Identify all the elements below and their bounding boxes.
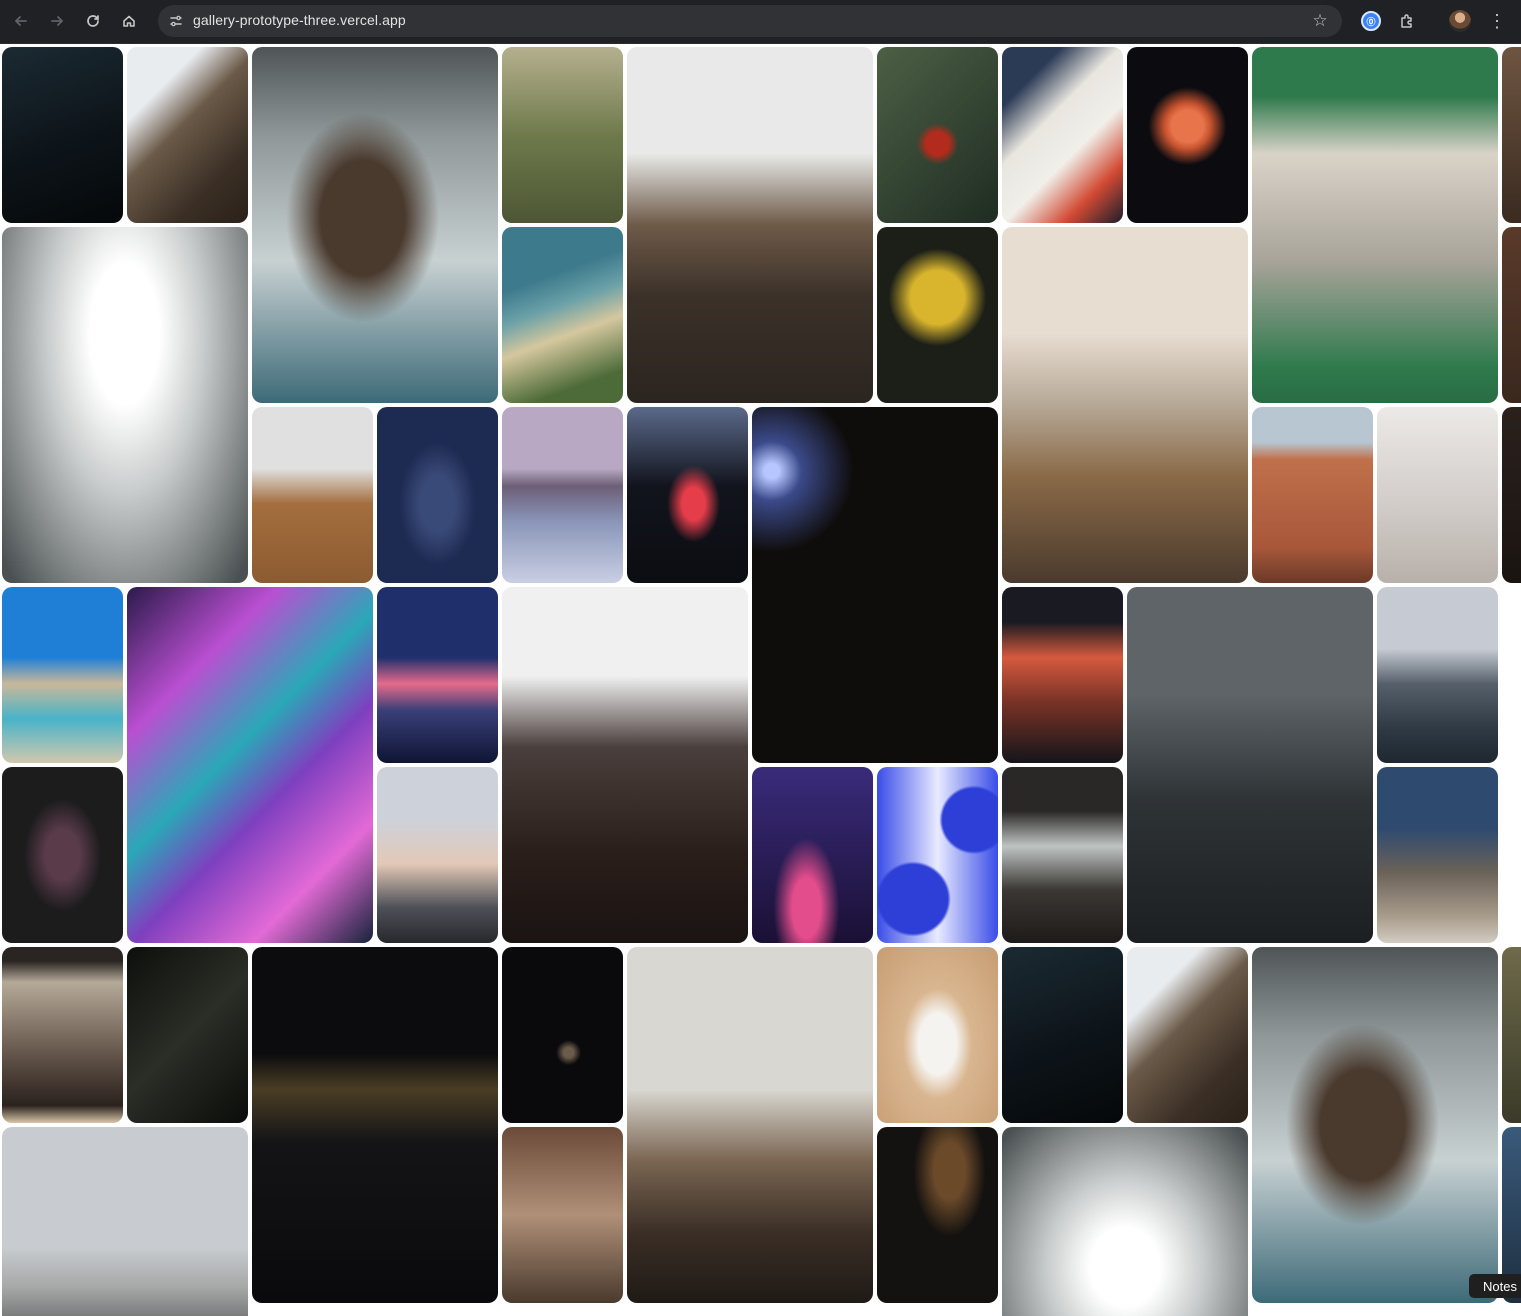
tile-city-skyline-bridge[interactable] — [1377, 587, 1498, 763]
tile-edge-top[interactable] — [1502, 47, 1521, 223]
extensions-icon[interactable] — [1395, 9, 1419, 33]
tile-galaxy-night[interactable] — [752, 407, 998, 763]
tile-mountains-above-clouds[interactable] — [502, 407, 623, 583]
tile-foggy-forest-road[interactable] — [1127, 587, 1373, 943]
tile-stockholm-building[interactable] — [1252, 407, 1373, 583]
tile-edge-middle[interactable] — [1502, 227, 1521, 403]
tile-sunset-ocean[interactable] — [377, 587, 498, 763]
notes-tooltip: Notes — [1469, 1274, 1521, 1298]
tile-man-red-umbrella[interactable] — [2, 587, 123, 763]
tile-woman-dark-parking[interactable] — [252, 947, 498, 1303]
tile-neon-tokyo-building[interactable] — [1002, 587, 1123, 763]
tile-woman-kneeling-blue[interactable] — [377, 407, 498, 583]
tile-dj-party[interactable] — [502, 587, 748, 943]
tile-yellow-flowers[interactable] — [877, 227, 998, 403]
tile-red-neon-light[interactable] — [627, 407, 748, 583]
tile-woman-overlooking-boats[interactable] — [1002, 227, 1248, 583]
url-text[interactable]: gallery-prototype-three.vercel.app — [193, 12, 406, 28]
tile-sea-cliff-island[interactable] — [252, 47, 498, 403]
tile-blue-abstract-shapes[interactable] — [877, 767, 998, 943]
password-manager-icon[interactable]: ⓪ — [1361, 11, 1381, 31]
tile-dog-by-window-piano[interactable] — [627, 947, 873, 1303]
tile-starry-galaxy[interactable] — [502, 947, 623, 1123]
tile-camera-tripod-hills[interactable] — [502, 47, 623, 223]
forward-icon[interactable] — [44, 8, 70, 34]
bookmark-star-icon[interactable]: ☆ — [1308, 9, 1332, 33]
tile-beach-silhouette[interactable] — [377, 767, 498, 943]
tile-amsterdam-canal-houseboat[interactable] — [627, 47, 873, 403]
photo-gallery-grid — [0, 44, 1521, 1316]
tile-frosted-plants[interactable] — [1377, 407, 1498, 583]
tile-cafe-window-interior[interactable] — [1002, 767, 1123, 943]
kebab-menu-icon[interactable]: ⋮ — [1487, 9, 1507, 33]
tile-edge-lower[interactable] — [1502, 407, 1521, 583]
tile-green-sports-car[interactable] — [2, 227, 248, 583]
tile-dim-restaurant[interactable] — [877, 1127, 998, 1303]
tile-wedding-rings-box[interactable] — [877, 947, 998, 1123]
tile-night-sky-stars[interactable] — [2, 47, 123, 223]
tile-dark-silk-folds[interactable] — [127, 947, 248, 1123]
tile-tulip-bouquet[interactable] — [2, 767, 123, 943]
tile-holly-berries[interactable] — [877, 47, 998, 223]
tile-kodak-portra-film[interactable] — [2, 947, 123, 1123]
site-settings-icon[interactable] — [166, 11, 186, 31]
reload-icon[interactable] — [80, 8, 106, 34]
tile-home-office-desk[interactable] — [127, 47, 248, 223]
back-icon[interactable] — [8, 8, 34, 34]
home-icon[interactable] — [116, 8, 142, 34]
tile-street-crossing-city[interactable] — [1377, 767, 1498, 943]
tile-home-office-desk-2[interactable] — [1127, 947, 1248, 1123]
tile-dancer-purple-light[interactable] — [752, 767, 873, 943]
browser-toolbar: gallery-prototype-three.vercel.app ☆ ⓪ ⋮ — [0, 0, 1521, 44]
tile-night-sky-stars-2[interactable] — [1002, 947, 1123, 1123]
tile-sticker-skateboard[interactable] — [1002, 47, 1123, 223]
tile-jellyfish-dark[interactable] — [1127, 47, 1248, 223]
tile-ice-cream-truck[interactable] — [1252, 47, 1498, 403]
tile-mac-studio-desk[interactable] — [252, 407, 373, 583]
tile-edge-bottom[interactable] — [1502, 947, 1521, 1123]
tile-sea-cliff-island-2[interactable] — [1252, 947, 1498, 1303]
tile-amsterdam-facades[interactable] — [502, 1127, 623, 1303]
tile-coastal-beach[interactable] — [502, 227, 623, 403]
tile-venice-dome[interactable] — [2, 1127, 248, 1316]
tile-abstract-fluid-art[interactable] — [127, 587, 373, 943]
address-bar[interactable]: gallery-prototype-three.vercel.app ☆ — [158, 5, 1342, 37]
tile-green-sports-car-2[interactable] — [1002, 1127, 1248, 1316]
profile-avatar[interactable] — [1449, 10, 1471, 32]
